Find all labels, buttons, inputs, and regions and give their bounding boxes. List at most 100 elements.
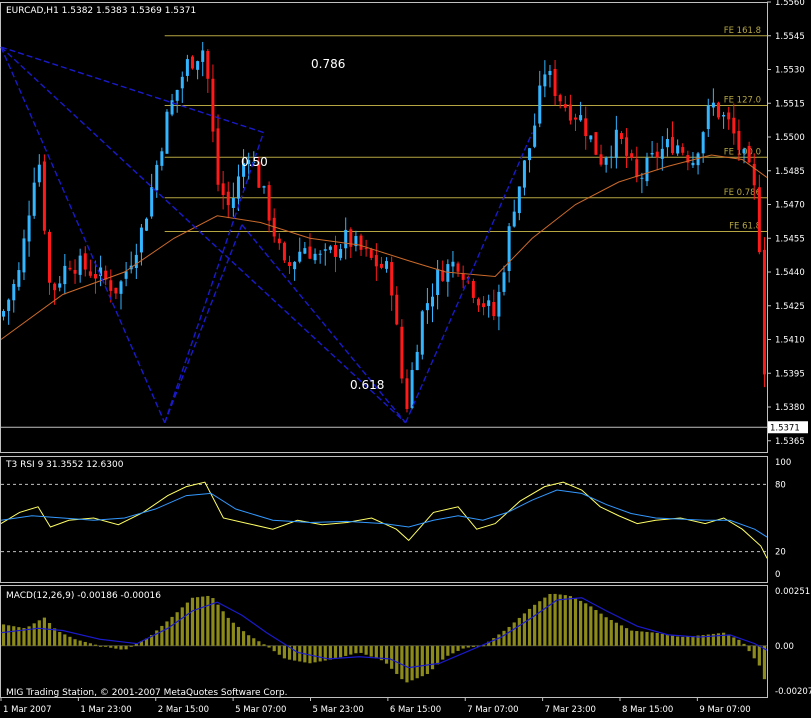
candle-body-116 [594,132,598,155]
macd-bar-102 [522,613,527,646]
price-tick-label-1: 1.5545 [775,32,805,42]
candle-body-9 [48,231,52,283]
macd-bar-123 [630,630,634,646]
candle-body-85 [436,268,440,295]
macd-bar-42 [216,604,220,646]
candle-body-106 [543,74,547,87]
candle-body-57 [293,262,297,270]
macd-bar-103 [527,608,532,646]
candle-body-17 [88,271,92,276]
macd-bar-15 [78,640,82,646]
fibo-label-2: FE 100.0 [724,147,761,157]
candle-body-101 [517,186,521,214]
macd-bar-45 [231,622,235,646]
time-tick-label-5: 6 Mar 15:00 [390,705,441,715]
candle-body-132 [676,145,680,154]
candle-body-95 [487,300,491,306]
candle-body-2 [12,283,16,301]
macd-bar-67 [344,645,348,656]
candle-body-96 [492,301,496,317]
candle-body-67 [344,229,348,249]
candle-body-123 [630,153,634,158]
macd-panel: 0.00251 0.00 -0.00207 [0,587,811,697]
macd-bar-46 [236,626,241,646]
time-tick-label-6: 7 Mar 07:00 [467,705,518,715]
candle-body-32 [165,111,169,154]
candle-body-56 [288,262,292,266]
macd-bar-62 [318,645,322,662]
macd-bar-86 [441,645,445,660]
time-tick-label-9: 9 Mar 07:00 [699,705,750,715]
rsi-tick-label-0: 100 [775,458,791,468]
candle-body-148 [757,187,761,253]
macd-bar-120 [614,622,618,646]
ratio-label-050: 0.50 [241,155,268,169]
candle-body-121 [619,133,623,139]
candle-body-63 [323,249,327,251]
candle-body-129 [660,148,664,159]
candle-body-102 [522,160,526,188]
candle-body-89 [456,263,460,272]
macd-bar-70 [359,645,363,653]
candle-body-58 [298,251,302,262]
candle-body-108 [553,68,557,96]
current-price-label: 1.5371 [770,423,800,433]
macd-bar-130 [665,634,670,646]
macd-bar-133 [681,636,685,646]
candle-body-59 [303,248,307,254]
macd-bar-69 [354,645,358,654]
macd-bar-116 [594,610,598,646]
macd-bar-6 [32,623,36,646]
candle-body-21 [109,280,113,291]
macd-label: MACD(12,26,9) -0.00186 -0.00016 [6,591,161,601]
candle-body-135 [691,162,695,166]
candle-body-98 [502,272,506,292]
macd-bar-21 [109,645,113,648]
candle-body-128 [655,151,659,158]
macd-bar-66 [338,645,343,658]
macd-bar-131 [670,635,675,646]
candle-body-118 [604,157,608,165]
candle-body-144 [737,130,741,150]
price-tick-label-12: 1.5380 [775,403,805,413]
macd-bar-113 [579,600,583,646]
candle-body-119 [609,156,613,158]
price-tick-label-10: 1.5410 [775,336,805,346]
ratio-label-0786: 0.786 [311,57,345,71]
candle-body-84 [431,296,435,307]
macd-bar-87 [446,645,450,656]
macd-bar-105 [538,601,542,646]
candle-body-54 [277,238,281,244]
macd-tick-label-2: -0.00207 [775,687,811,697]
macd-bar-32 [165,621,169,646]
candle-body-65 [333,245,337,257]
macd-bar-134 [686,636,690,646]
candle-body-39 [201,50,205,62]
candle-body-35 [180,76,184,89]
candle-body-113 [579,115,583,121]
rsi-tick-label-1: 80 [775,480,786,490]
candle-body-12 [63,265,67,285]
macd-bar-57 [293,645,297,661]
macd-bar-146 [747,645,751,652]
macd-bar-118 [604,617,608,646]
price-candles[interactable]: 1.5371 [1,41,808,434]
candle-body-64 [328,246,332,250]
candle-body-76 [390,262,394,296]
harmonic-pattern [0,46,533,424]
macd-bar-35 [180,607,184,646]
candle-body-37 [191,56,194,69]
candle-body-70 [359,235,363,250]
candle-body-110 [563,104,567,108]
macd-bar-73 [374,645,378,659]
pattern-leg-0 [0,46,264,134]
candle-body-14 [73,269,77,274]
macd-bar-76 [390,645,394,669]
macd-bar-47 [241,631,246,646]
macd-bar-143 [732,637,736,646]
price-tick-label-7: 1.5455 [775,234,805,244]
candle-body-0 [2,311,6,317]
candle-body-51 [262,186,266,188]
fibo-label-3: FE 0.786 [724,188,761,198]
candle-body-15 [78,255,82,275]
